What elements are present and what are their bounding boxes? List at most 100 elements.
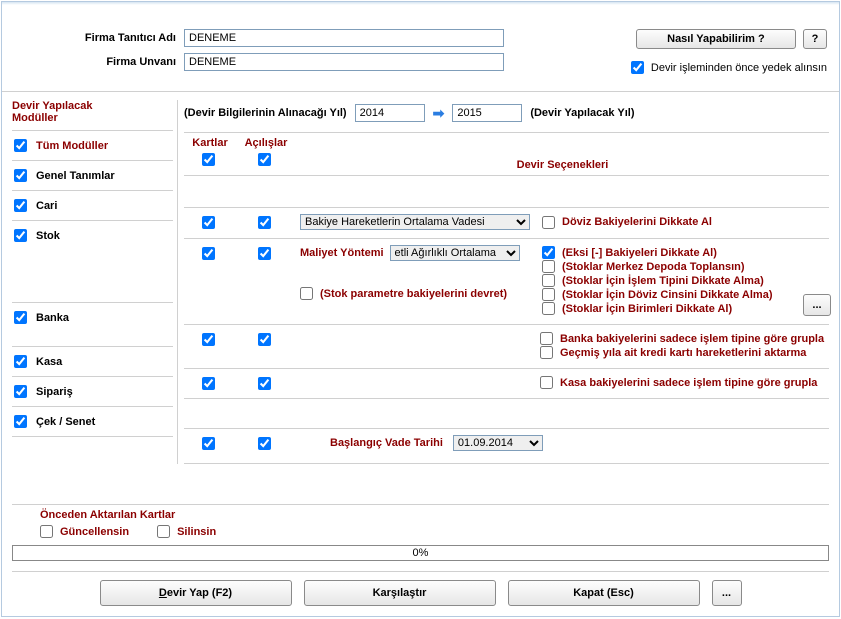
firma-unvani-input[interactable] xyxy=(184,53,504,71)
kasa-checkbox[interactable] xyxy=(14,355,27,368)
kartlar-header: Kartlar xyxy=(184,137,236,149)
cari-checkbox[interactable] xyxy=(14,199,27,212)
stok-merkez-label: (Stoklar Merkez Depoda Toplansın) xyxy=(562,261,745,273)
prev-cards-title: Önceden Aktarılan Kartlar xyxy=(40,509,829,521)
kasa-grupla-checkbox[interactable] xyxy=(540,376,553,389)
guncellensin-label: Güncellensin xyxy=(60,526,129,538)
kapat-button[interactable]: Kapat (Esc) xyxy=(508,580,700,606)
all-modules-label: Tüm Modüller xyxy=(36,140,108,152)
kasa-label: Kasa xyxy=(36,356,62,368)
guncellensin-checkbox[interactable] xyxy=(40,525,53,538)
banka-gecmis-checkbox[interactable] xyxy=(540,346,553,359)
stok-kartlar-checkbox[interactable] xyxy=(202,247,215,260)
stok-islem-checkbox[interactable] xyxy=(542,274,555,287)
header-right: Nasıl Yapabilirim ? ? xyxy=(636,29,827,49)
row-siparis xyxy=(184,398,829,426)
info-year-label: (Devir Bilgilerinin Alınacağı Yıl) xyxy=(184,107,347,119)
stok-doviz-checkbox[interactable] xyxy=(542,288,555,301)
genel-label: Genel Tanımlar xyxy=(36,170,115,182)
genel-checkbox[interactable] xyxy=(14,169,27,182)
stok-islem-label: (Stoklar İçin İşlem Tipini Dikkate Alma) xyxy=(562,275,764,287)
baslangic-date-combo[interactable]: 01.09.2014 xyxy=(453,435,543,451)
stok-param-checkbox[interactable] xyxy=(300,287,313,300)
karsilastir-button[interactable]: Karşılaştır xyxy=(304,580,496,606)
banka-kartlar-checkbox[interactable] xyxy=(202,333,215,346)
firma-tanitici-label: Firma Tanıtıcı Adı xyxy=(14,32,184,44)
backup-label: Devir işleminden önce yedek alınsın xyxy=(651,62,827,74)
stok-acilislar-checkbox[interactable] xyxy=(258,247,271,260)
modules-title-1: Devir Yapılacak xyxy=(12,100,173,112)
kasa-kartlar-checkbox[interactable] xyxy=(202,377,215,390)
stok-birim-label: (Stoklar İçin Birimleri Dikkate Al) xyxy=(562,303,732,315)
siparis-label: Sipariş xyxy=(36,386,73,398)
banka-gecmis-label: Geçmiş yıla ait kredi kartı hareketlerin… xyxy=(560,347,806,359)
cari-combo[interactable]: Bakiye Hareketlerin Ortalama Vadesi xyxy=(300,214,530,230)
stok-merkez-checkbox[interactable] xyxy=(542,260,555,273)
ceksenet-kartlar-checkbox[interactable] xyxy=(202,437,215,450)
row-ceksenet: Başlangıç Vade Tarihi 01.09.2014 xyxy=(184,428,829,457)
firma-tanitici-input[interactable] xyxy=(184,29,504,47)
cari-acilislar-checkbox[interactable] xyxy=(258,216,271,229)
maliyet-label: Maliyet Yöntemi xyxy=(300,247,384,259)
cari-label: Cari xyxy=(36,200,57,212)
stok-birim-checkbox[interactable] xyxy=(542,302,555,315)
row-kasa: Kasa bakiyelerini sadece işlem tipine gö… xyxy=(184,368,829,396)
ceksenet-checkbox[interactable] xyxy=(14,415,27,428)
stok-eksi-label: (Eksi [-] Bakiyeleri Dikkate Al) xyxy=(562,247,717,259)
acilislar-all-checkbox[interactable] xyxy=(258,153,271,166)
stok-eksi-checkbox[interactable] xyxy=(542,246,555,259)
row-genel xyxy=(184,175,829,205)
cari-doviz-label: Döviz Bakiyelerini Dikkate Al xyxy=(562,216,712,228)
arrow-icon: ➡ xyxy=(433,105,445,122)
banka-grupla-label: Banka bakiyelerini sadece işlem tipine g… xyxy=(560,333,824,345)
backup-checkbox[interactable] xyxy=(631,61,644,74)
target-year-label: (Devir Yapılacak Yıl) xyxy=(530,107,634,119)
devir-yap-button[interactable]: Devir Yap (F2) xyxy=(100,580,292,606)
stok-label: Stok xyxy=(36,230,60,242)
footer-ellipsis-button[interactable]: ... xyxy=(712,580,742,606)
kasa-acilislar-checkbox[interactable] xyxy=(258,377,271,390)
to-year-input[interactable] xyxy=(452,104,522,122)
silinsin-label: Silinsin xyxy=(177,526,216,538)
modules-title-2: Modüller xyxy=(12,112,173,124)
main-grid: Devir Yapılacak Modüller Tüm Modüller Ge… xyxy=(2,92,839,464)
banka-acilislar-checkbox[interactable] xyxy=(258,333,271,346)
silinsin-checkbox[interactable] xyxy=(157,525,170,538)
progress-bar: 0% xyxy=(12,545,829,561)
header-area: Firma Tanıtıcı Adı Firma Unvanı Nasıl Ya… xyxy=(2,5,839,87)
baslangic-label: Başlangıç Vade Tarihi xyxy=(330,437,443,449)
banka-grupla-checkbox[interactable] xyxy=(540,332,553,345)
cari-doviz-checkbox[interactable] xyxy=(542,216,555,229)
window: Firma Tanıtıcı Adı Firma Unvanı Nasıl Ya… xyxy=(1,1,840,617)
firma-unvani-label: Firma Unvanı xyxy=(14,56,184,68)
footer-area: Önceden Aktarılan Kartlar Güncellensin S… xyxy=(2,496,839,616)
cari-kartlar-checkbox[interactable] xyxy=(202,216,215,229)
button-row: Devir Yap (F2) Karşılaştır Kapat (Esc) .… xyxy=(12,580,829,606)
stok-doviz-label: (Stoklar İçin Döviz Cinsini Dikkate Alma… xyxy=(562,289,772,301)
right-column: (Devir Bilgilerinin Alınacağı Yıl) ➡ (De… xyxy=(178,100,829,464)
help-question-button[interactable]: ? xyxy=(803,29,827,49)
kartlar-all-checkbox[interactable] xyxy=(202,153,215,166)
row-cari: Bakiye Hareketlerin Ortalama Vadesi Dövi… xyxy=(184,207,829,236)
stok-ellipsis-button[interactable]: ... xyxy=(803,294,831,316)
acilislar-header: Açılışlar xyxy=(236,137,296,149)
banka-label: Banka xyxy=(36,312,69,324)
secenekler-header: Devir Seçenekleri xyxy=(296,137,829,171)
ceksenet-acilislar-checkbox[interactable] xyxy=(258,437,271,450)
backup-checkbox-row: Devir işleminden önce yedek alınsın xyxy=(631,61,827,74)
help-button[interactable]: Nasıl Yapabilirim ? xyxy=(636,29,796,49)
year-row: (Devir Bilgilerinin Alınacağı Yıl) ➡ (De… xyxy=(184,100,829,132)
siparis-checkbox[interactable] xyxy=(14,385,27,398)
from-year-input[interactable] xyxy=(355,104,425,122)
maliyet-combo[interactable]: etli Ağırlıklı Ortalama xyxy=(390,245,520,261)
row-banka: Banka bakiyelerini sadece işlem tipine g… xyxy=(184,324,829,366)
left-column: Devir Yapılacak Modüller Tüm Modüller Ge… xyxy=(12,100,178,464)
stok-param-label: (Stok parametre bakiyelerini devret) xyxy=(320,288,507,300)
prev-cards-section: Önceden Aktarılan Kartlar Güncellensin S… xyxy=(40,509,829,539)
ceksenet-label: Çek / Senet xyxy=(36,416,95,428)
row-stok: Maliyet Yöntemi etli Ağırlıklı Ortalama … xyxy=(184,238,829,322)
banka-checkbox[interactable] xyxy=(14,311,27,324)
stok-checkbox[interactable] xyxy=(14,229,27,242)
all-modules-checkbox[interactable] xyxy=(14,139,27,152)
columns-header: Kartlar Açılışlar Devir Seçenekleri xyxy=(184,133,829,173)
